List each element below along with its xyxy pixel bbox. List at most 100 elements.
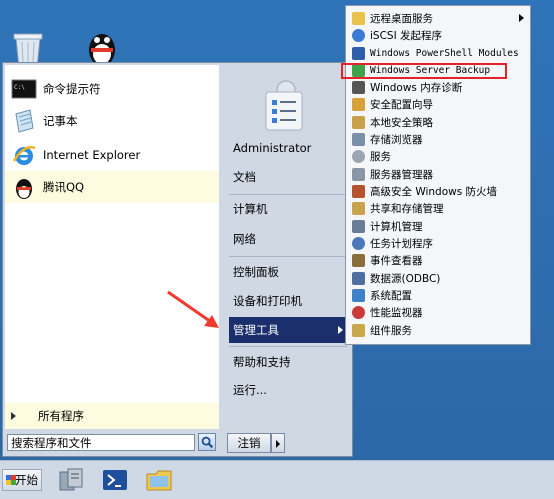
submenu-item-share-storage[interactable]: 共享和存储管理 <box>347 200 529 217</box>
program-label: 腾讯QQ <box>43 180 85 194</box>
arrow-right-icon <box>276 440 280 448</box>
submenu-arrow-icon <box>519 14 524 22</box>
item-administrator[interactable]: Administrator <box>229 135 347 161</box>
firewall-icon <box>352 185 365 198</box>
submenu-arrow-icon <box>338 326 343 334</box>
submenu-item-local-policy[interactable]: 本地安全策略 <box>347 114 529 131</box>
submenu-label: 共享和存储管理 <box>370 203 444 215</box>
folder-icon <box>352 12 365 25</box>
submenu-item-storage-explorer[interactable]: 存储浏览器 <box>347 131 529 148</box>
submenu-label: 远程桌面服务 <box>370 13 433 25</box>
powershell-icon <box>352 47 365 60</box>
submenu-label: 服务器管理器 <box>370 169 433 181</box>
submenu-label: 任务计划程序 <box>370 238 433 250</box>
item-documents[interactable]: 文档 <box>229 164 347 190</box>
submenu-item-iscsi[interactable]: iSCSI 发起程序 <box>347 27 529 44</box>
submenu-label: 服务 <box>370 151 391 163</box>
perfmon-icon <box>352 306 365 319</box>
computer-management-icon <box>352 220 365 233</box>
program-label: 记事本 <box>43 114 78 128</box>
all-programs[interactable]: 所有程序 <box>5 403 219 429</box>
submenu-label: 安全配置向导 <box>370 99 433 111</box>
submenu-item-performance-monitor[interactable]: 性能监视器 <box>347 304 529 321</box>
highlight-box <box>341 63 507 79</box>
divider <box>229 256 347 257</box>
submenu-item-system-config[interactable]: 系统配置 <box>347 287 529 304</box>
program-cmd[interactable]: C:\ 命令提示符 <box>5 73 219 105</box>
submenu-label: 数据源(ODBC) <box>370 273 441 285</box>
submenu-item-odbc[interactable]: 数据源(ODBC) <box>347 270 529 287</box>
odbc-icon <box>352 272 365 285</box>
submenu-label: iSCSI 发起程序 <box>370 30 443 42</box>
submenu-label: 存储浏览器 <box>370 134 423 146</box>
user-picture-icon <box>265 80 303 131</box>
submenu-item-firewall[interactable]: 高级安全 Windows 防火墙 <box>347 183 529 200</box>
expand-arrow-icon <box>11 412 16 420</box>
submenu-item-security-wizard[interactable]: 安全配置向导 <box>347 96 529 113</box>
search-input[interactable]: 搜索程序和文件 <box>7 434 195 451</box>
item-help[interactable]: 帮助和支持 <box>229 349 347 375</box>
program-qq[interactable]: 腾讯QQ <box>5 171 219 203</box>
program-label: 命令提示符 <box>43 82 101 96</box>
item-devices-printers[interactable]: 设备和打印机 <box>229 288 347 314</box>
server-manager-icon <box>352 168 365 181</box>
program-ie[interactable]: Internet Explorer <box>5 139 219 171</box>
all-programs-label: 所有程序 <box>38 409 84 423</box>
submenu-label: 事件查看器 <box>370 255 423 267</box>
item-network[interactable]: 网络 <box>229 226 347 252</box>
qq-icon <box>16 179 32 199</box>
submenu-label: 高级安全 Windows 防火墙 <box>370 186 498 198</box>
cmd-icon: C:\ <box>11 79 37 99</box>
server-manager-taskbar-icon[interactable] <box>56 466 86 494</box>
submenu-item-services[interactable]: 服务 <box>347 148 529 165</box>
shutdown-options-button[interactable] <box>271 433 285 453</box>
pinned-programs: C:\ 命令提示符 记事本 Internet Explorer 腾讯QQ <box>5 65 219 413</box>
msconfig-icon <box>352 289 365 302</box>
submenu-item-task-scheduler[interactable]: 任务计划程序 <box>347 235 529 252</box>
start-label: 开始 <box>15 473 38 487</box>
taskbar: 开始 <box>0 460 554 499</box>
event-viewer-icon <box>352 254 365 267</box>
submenu-label: 组件服务 <box>370 325 412 337</box>
submenu-label: 计算机管理 <box>370 221 423 233</box>
iscsi-icon <box>352 29 365 42</box>
windows-logo-icon <box>6 475 16 485</box>
services-icon <box>352 150 365 163</box>
submenu-label: 本地安全策略 <box>370 117 433 129</box>
search-icon[interactable] <box>198 433 216 451</box>
item-control-panel[interactable]: 控制面板 <box>229 259 347 285</box>
submenu-label: Windows 内存诊断 <box>370 82 463 94</box>
submenu-item-server-manager[interactable]: 服务器管理器 <box>347 166 529 183</box>
item-computer[interactable]: 计算机 <box>229 196 347 222</box>
component-icon <box>352 324 365 337</box>
submenu-label: Windows PowerShell Modules <box>370 48 519 59</box>
ie-icon <box>12 146 36 165</box>
svg-text:C:\: C:\ <box>14 84 25 91</box>
submenu-item-component-services[interactable]: 组件服务 <box>347 322 529 339</box>
start-button[interactable]: 开始 <box>2 469 42 491</box>
wizard-icon <box>352 98 365 111</box>
divider <box>229 346 347 347</box>
submenu-item-computer-management[interactable]: 计算机管理 <box>347 218 529 235</box>
submenu-item-memory-diagnostic[interactable]: Windows 内存诊断 <box>347 79 529 96</box>
submenu-label: 性能监视器 <box>370 307 423 319</box>
item-run[interactable]: 运行... <box>229 377 347 403</box>
explorer-taskbar-icon[interactable] <box>144 466 174 494</box>
submenu-item-event-viewer[interactable]: 事件查看器 <box>347 252 529 269</box>
submenu-item-remote-desktop[interactable]: 远程桌面服务 <box>347 10 529 27</box>
divider <box>229 194 347 195</box>
memory-icon <box>352 81 365 94</box>
storage-icon <box>352 133 365 146</box>
logoff-button[interactable]: 注销 <box>227 433 271 453</box>
clock-icon <box>352 237 365 250</box>
annotation-arrow-icon <box>167 290 219 328</box>
program-notepad[interactable]: 记事本 <box>5 105 219 137</box>
policy-icon <box>352 116 365 129</box>
item-admin-tools[interactable]: 管理工具 <box>229 317 347 343</box>
submenu-item-powershell[interactable]: Windows PowerShell Modules <box>347 45 529 62</box>
program-label: Internet Explorer <box>43 148 141 162</box>
powershell-taskbar-icon[interactable] <box>100 466 130 494</box>
submenu-label: 系统配置 <box>370 290 412 302</box>
admin-tools-label: 管理工具 <box>233 323 279 337</box>
share-icon <box>352 202 365 215</box>
